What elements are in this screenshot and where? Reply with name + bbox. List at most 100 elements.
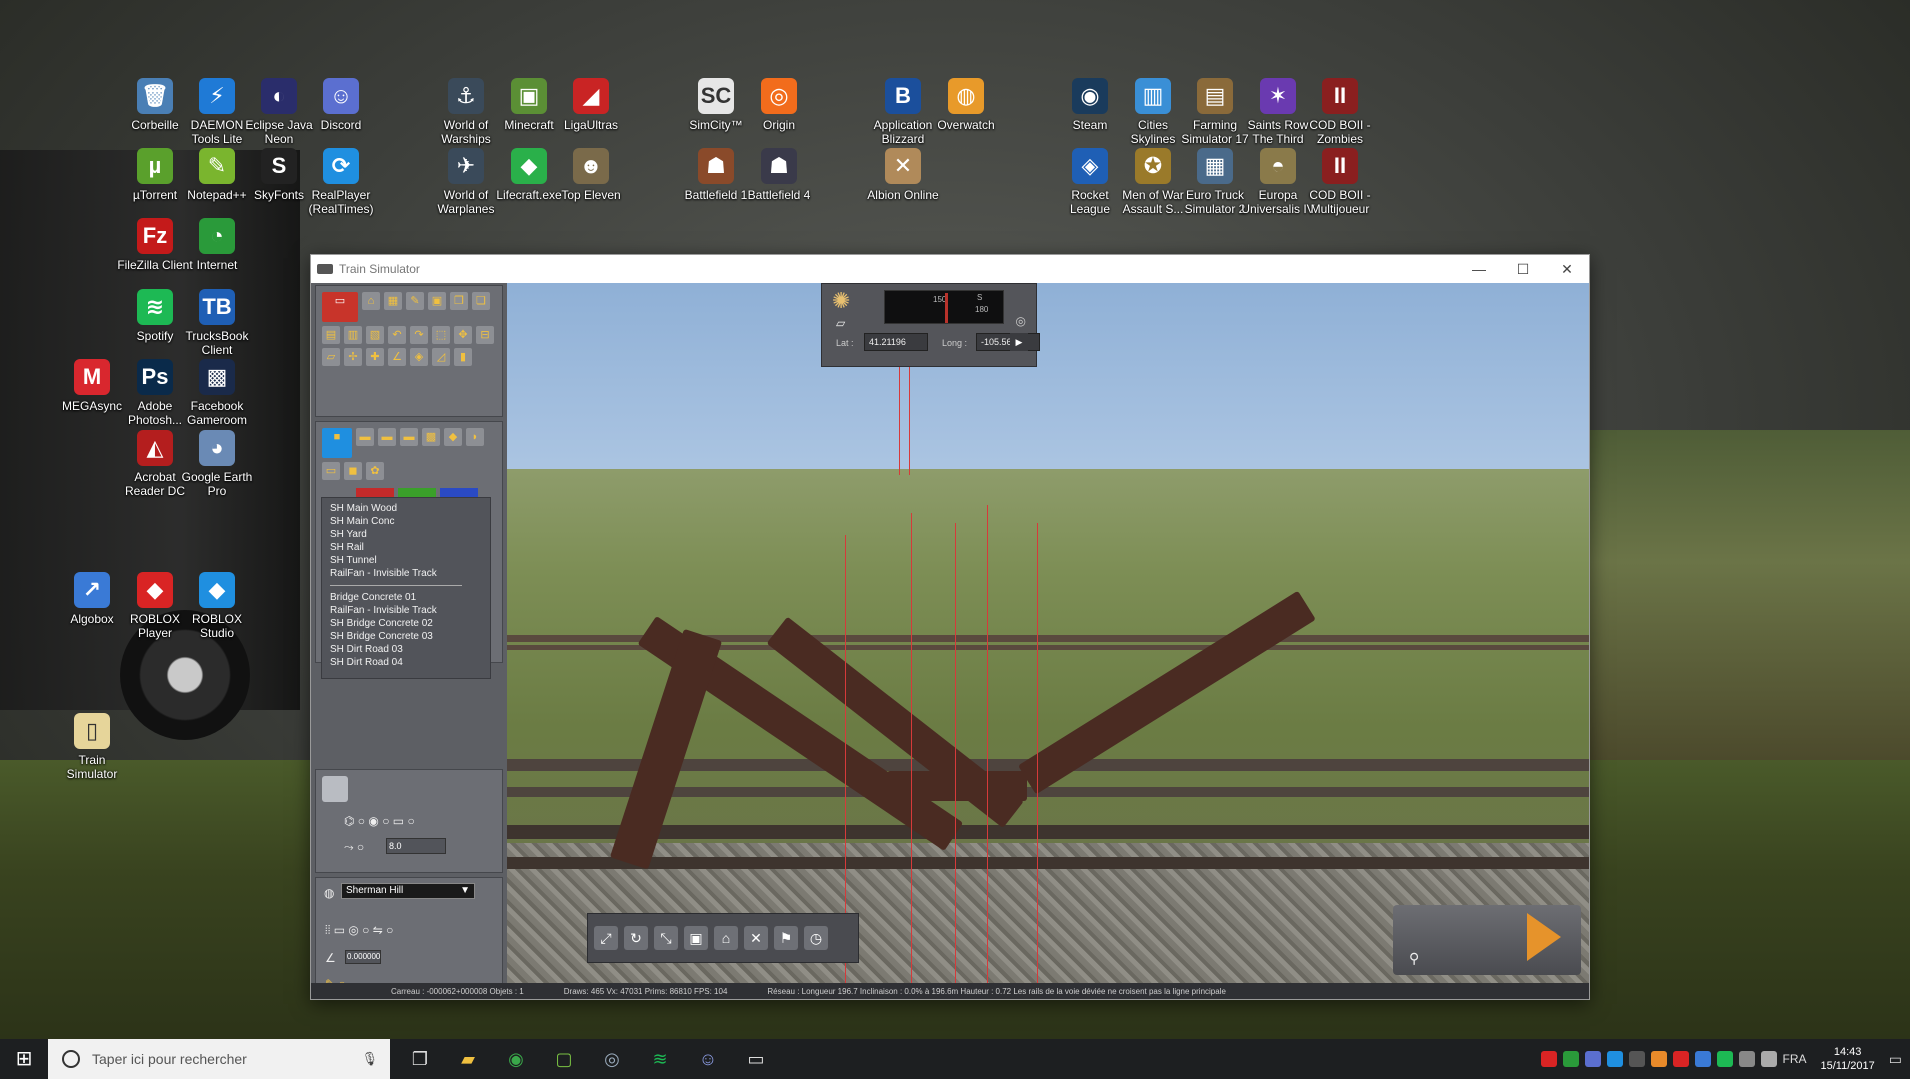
tray-spotify-icon[interactable]	[1716, 1051, 1733, 1067]
desktop-icon[interactable]: ◆ ROBLOX Studio	[178, 572, 256, 640]
desktop-icon[interactable]: ◍ Overwatch	[927, 78, 1005, 132]
tray-app-icon[interactable]	[1672, 1051, 1689, 1067]
taskbar-clock[interactable]: 14:43 15/11/2017	[1821, 1045, 1875, 1073]
redo-icon[interactable]: ↷	[410, 326, 428, 344]
discord-icon[interactable]: ☺	[684, 1039, 732, 1079]
file-explorer-icon[interactable]: ▰	[444, 1039, 492, 1079]
maximize-button[interactable]: ☐	[1501, 255, 1545, 283]
taskbar-search[interactable]: Taper ici pour rechercher 🎙	[48, 1039, 390, 1079]
desktop-icon[interactable]: II COD BOII - Zombies	[1301, 78, 1379, 146]
select-icon[interactable]: ⬚	[432, 326, 450, 344]
track-list-item[interactable]: RailFan - Invisible Track	[330, 604, 482, 617]
track-list-item[interactable]: SH Main Conc	[330, 515, 482, 528]
document-icon[interactable]	[322, 776, 348, 802]
track-list-item[interactable]: RailFan - Invisible Track	[330, 567, 482, 580]
minimize-button[interactable]: —	[1457, 255, 1501, 283]
slope-input[interactable]: 0.000000	[345, 950, 381, 964]
desktop-icon[interactable]: ☻ Top Eleven	[552, 148, 630, 202]
track-list-item[interactable]: SH Bridge Concrete 02	[330, 617, 482, 630]
long-field[interactable]: -105.56091	[976, 333, 1040, 351]
track-list-item[interactable]: SH Tunnel	[330, 554, 482, 567]
home-icon[interactable]: ⌂	[362, 292, 380, 310]
track-list-item[interactable]: Bridge Concrete 01	[330, 591, 482, 604]
track-list-item[interactable]: SH Rail	[330, 541, 482, 554]
chrome-icon[interactable]: ◉	[492, 1039, 540, 1079]
desktop-icon[interactable]: ⟳ RealPlayer (RealTimes)	[302, 148, 380, 216]
route-dropdown[interactable]: Sherman Hill ▼	[341, 883, 475, 899]
undo-icon[interactable]: ↶	[388, 326, 406, 344]
track-list-item[interactable]: SH Dirt Road 04	[330, 656, 482, 669]
move-icon[interactable]: ✥	[454, 326, 472, 344]
track-list-item[interactable]: SH Yard	[330, 528, 482, 541]
rotate-icon[interactable]: ✢	[344, 348, 362, 366]
group-icon[interactable]: ◈	[410, 348, 428, 366]
house-icon[interactable]: ⌂	[714, 926, 738, 950]
train-simulator-taskbar-icon[interactable]: ▭	[732, 1039, 780, 1079]
notifications-icon[interactable]: ▭	[1889, 1051, 1902, 1068]
desktop-icon[interactable]: ◕ Google Earth Pro	[178, 430, 256, 498]
microphone-icon[interactable]: 🎙	[361, 1051, 378, 1067]
road-icon[interactable]: ▭	[322, 462, 340, 480]
clock-icon[interactable]: ◷	[804, 926, 828, 950]
window-titlebar[interactable]: Train Simulator — ☐ ✕	[311, 255, 1589, 283]
rock-icon[interactable]: ◆	[444, 428, 462, 446]
track-type-1-icon[interactable]: ▬	[356, 428, 374, 446]
scale-icon[interactable]: ⤡	[654, 926, 678, 950]
marker-icon[interactable]: ✕	[744, 926, 768, 950]
settings-icon[interactable]: ◎	[1016, 314, 1026, 328]
brush-icon[interactable]: ✎	[406, 292, 424, 310]
go-arrow-button[interactable]: ▶	[1010, 333, 1028, 351]
tray-steam-icon[interactable]	[1628, 1051, 1645, 1067]
desktop-icon[interactable]: ▯ Train Simulator	[53, 713, 131, 781]
slope-icon[interactable]: ◿	[432, 348, 450, 366]
stamp-icon[interactable]: ▤	[322, 326, 340, 344]
tray-volume-icon[interactable]	[1760, 1051, 1777, 1067]
lat-field[interactable]: 41.21196	[864, 333, 928, 351]
desktop-icon[interactable]: TB TrucksBook Client	[178, 289, 256, 357]
steam-icon[interactable]: ◎	[588, 1039, 636, 1079]
delete-icon[interactable]: ▥	[344, 326, 362, 344]
spotify-icon[interactable]: ≋	[636, 1039, 684, 1079]
paste-icon[interactable]: ❏	[472, 292, 490, 310]
bag-icon[interactable]: ✿	[366, 462, 384, 480]
desktop-icon[interactable]: ☗ Battlefield 4	[740, 148, 818, 202]
grid-icon[interactable]: ▦	[384, 292, 402, 310]
expand-icon[interactable]: ⤢	[594, 926, 618, 950]
rotate-camera-icon[interactable]: ↻	[624, 926, 648, 950]
windows-start-icon[interactable]: ⊞	[0, 1039, 48, 1079]
tray-app-icon[interactable]	[1650, 1051, 1667, 1067]
flag-icon[interactable]: ⚑	[774, 926, 798, 950]
tray-app-icon[interactable]	[1606, 1051, 1623, 1067]
track-list-item[interactable]: SH Dirt Road 03	[330, 643, 482, 656]
desktop-icon[interactable]: ◔ Internet	[178, 218, 256, 272]
track-list-item[interactable]: SH Main Wood	[330, 502, 482, 515]
language-indicator[interactable]: FRA	[1783, 1052, 1807, 1066]
desktop-icon[interactable]: ☺ Discord	[302, 78, 380, 132]
note-icon[interactable]: ▱	[836, 316, 845, 330]
layer-icon[interactable]: ▧	[366, 326, 384, 344]
water-icon[interactable]: ◼	[344, 462, 362, 480]
copy-icon[interactable]: ❐	[450, 292, 468, 310]
tray-discord-icon[interactable]	[1584, 1051, 1601, 1067]
brick-icon[interactable]: ▩	[422, 428, 440, 446]
desktop-icon[interactable]: ▩ Facebook Gameroom	[178, 359, 256, 427]
desktop-icon[interactable]: ◎ Origin	[740, 78, 818, 132]
track-list-item[interactable]: SH Bridge Concrete 03	[330, 630, 482, 643]
compass-rose-icon[interactable]: ✺	[832, 288, 850, 314]
tray-app-icon[interactable]	[1540, 1051, 1557, 1067]
play-icon[interactable]	[1527, 913, 1561, 961]
tray-app-icon[interactable]	[1694, 1051, 1711, 1067]
3d-viewport[interactable]: ✺ ▱ 150 S 180 ◎ Lat : 41.21196 Long : -1…	[507, 283, 1589, 983]
align-icon[interactable]: ⊟	[476, 326, 494, 344]
lock-icon[interactable]: ⚲	[1409, 950, 1419, 967]
ruler-icon[interactable]: ▱	[322, 348, 340, 366]
tray-app-icon[interactable]	[1562, 1051, 1579, 1067]
train-icon[interactable]: ▣	[428, 292, 446, 310]
spacing-input[interactable]: 8.0	[386, 838, 446, 854]
track-list[interactable]: SH Main Wood SH Main Conc SH Yard SH Rail SH…	[321, 497, 491, 679]
desktop-icon[interactable]: ✕ Albion Online	[864, 148, 942, 202]
close-button[interactable]: ✕	[1545, 255, 1589, 283]
camtasia-icon[interactable]: ▢	[540, 1039, 588, 1079]
desktop-icon[interactable]: ◢ LigaUltras	[552, 78, 630, 132]
tray-network-icon[interactable]	[1738, 1051, 1755, 1067]
